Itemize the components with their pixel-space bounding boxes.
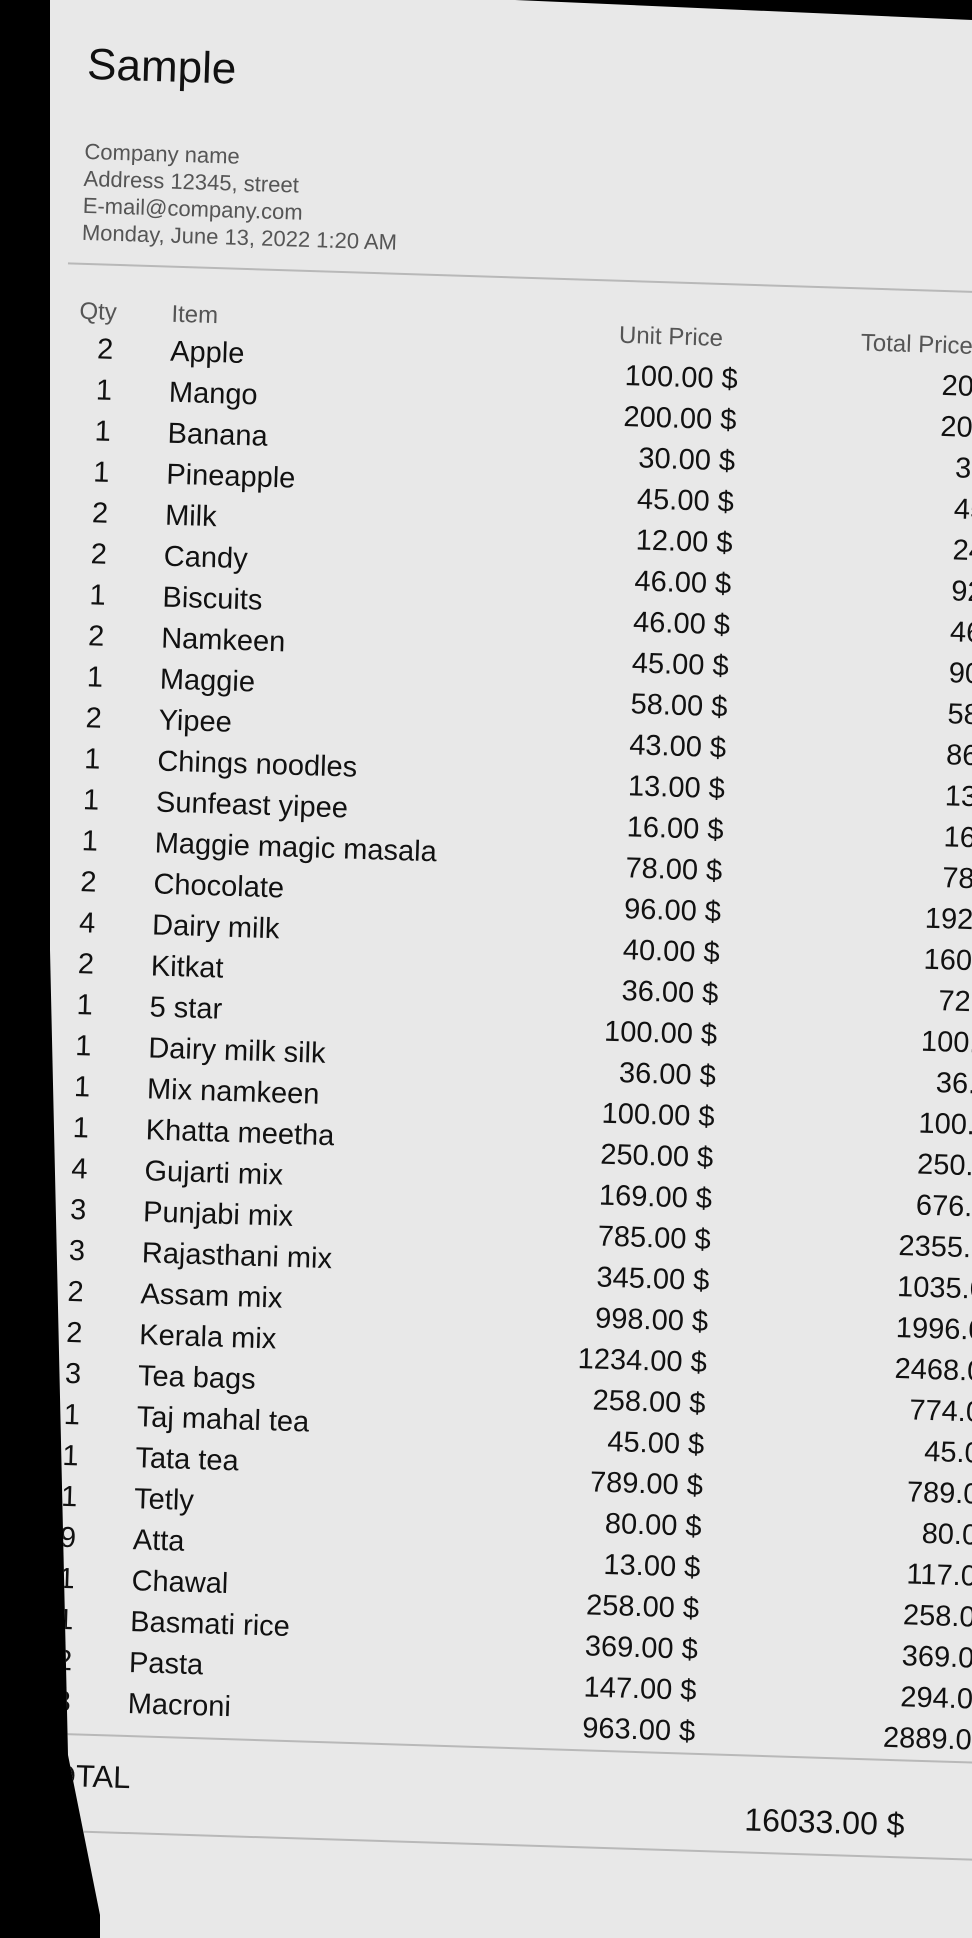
row-unit-price: 147.00 $ bbox=[583, 1671, 697, 1707]
row-total-price: 1035.00 $ bbox=[896, 1270, 972, 1307]
row-total-price: 72.00 $ bbox=[937, 985, 972, 1020]
row-total-price: 160.00 $ bbox=[923, 943, 972, 980]
row-unit-price: 100.00 $ bbox=[603, 1015, 718, 1052]
row-unit-price: 100.00 $ bbox=[624, 359, 739, 396]
row-unit-price: 789.00 $ bbox=[589, 1466, 704, 1502]
receipt-sheet: Sample Company name Address 12345, stree… bbox=[32, 0, 972, 1938]
row-unit-price: 963.00 $ bbox=[581, 1712, 696, 1748]
row-total-price: 45.00 $ bbox=[923, 1435, 972, 1471]
row-unit-price: 40.00 $ bbox=[622, 934, 721, 970]
row-total-price: 58.00 $ bbox=[946, 698, 972, 733]
row-total-price: 92.00 $ bbox=[950, 575, 972, 610]
row-total-price: 200.00 $ bbox=[939, 410, 972, 447]
row-unit-price: 13.00 $ bbox=[627, 770, 726, 806]
row-total-price: 676.00 $ bbox=[915, 1189, 972, 1226]
row-total-price: 46.00 $ bbox=[949, 616, 972, 651]
row-total-price: 30.00 $ bbox=[954, 452, 972, 487]
row-total-price: 117.00 $ bbox=[905, 1558, 972, 1594]
row-unit-price: 1234.00 $ bbox=[577, 1342, 708, 1380]
row-unit-price: 36.00 $ bbox=[618, 1057, 717, 1093]
row-total-price: 100.00 $ bbox=[917, 1107, 972, 1144]
row-total-price: 24.00 $ bbox=[952, 534, 972, 569]
row-unit-price: 13.00 $ bbox=[603, 1548, 701, 1584]
row-total-price: 45.00 $ bbox=[953, 493, 972, 528]
row-total-price: 1996.00 $ bbox=[895, 1311, 972, 1348]
row-total-price: 80.00 $ bbox=[921, 1517, 972, 1553]
grand-total: 16033.00 $ bbox=[743, 1801, 906, 1843]
row-unit-price: 785.00 $ bbox=[597, 1220, 712, 1257]
row-total-price: 2889.00 $ bbox=[882, 1721, 972, 1758]
row-total-price: 86.00 $ bbox=[945, 739, 972, 774]
row-total-price: 789.00 $ bbox=[906, 1476, 972, 1512]
row-unit-price: 30.00 $ bbox=[637, 442, 736, 478]
row-total-price: 13.00 $ bbox=[944, 780, 972, 815]
row-total-price: 774.00 $ bbox=[908, 1394, 972, 1430]
row-total-price: 78.00 $ bbox=[941, 862, 972, 897]
row-unit-price: 96.00 $ bbox=[623, 893, 722, 929]
row-total-price: 192.00 $ bbox=[924, 902, 972, 939]
row-unit-price: 345.00 $ bbox=[595, 1261, 710, 1298]
row-total-price: 36.00 $ bbox=[935, 1067, 972, 1102]
row-total-price: 294.00 $ bbox=[899, 1681, 972, 1717]
row-unit-price: 36.00 $ bbox=[621, 975, 719, 1011]
row-unit-price: 45.00 $ bbox=[636, 483, 735, 519]
row-total-price: 250.00 $ bbox=[916, 1148, 972, 1185]
row-unit-price: 16.00 $ bbox=[626, 811, 724, 847]
row-unit-price: 45.00 $ bbox=[606, 1425, 705, 1461]
row-unit-price: 250.00 $ bbox=[599, 1138, 714, 1175]
row-unit-price: 200.00 $ bbox=[623, 400, 737, 437]
row-unit-price: 46.00 $ bbox=[632, 606, 731, 642]
row-total-price: 2355.00 $ bbox=[897, 1229, 972, 1266]
row-unit-price: 46.00 $ bbox=[633, 565, 732, 601]
row-total-price: 100.00 $ bbox=[920, 1025, 972, 1062]
row-unit-price: 12.00 $ bbox=[635, 524, 734, 560]
row-total-price: 2468.00 $ bbox=[894, 1352, 972, 1389]
row-total-price: 90.00 $ bbox=[948, 657, 972, 692]
row-unit-price: 80.00 $ bbox=[604, 1507, 703, 1543]
row-total-price: 369.00 $ bbox=[901, 1640, 972, 1676]
row-unit-price: 998.00 $ bbox=[594, 1302, 709, 1339]
row-unit-price: 169.00 $ bbox=[598, 1179, 713, 1216]
row-unit-price: 258.00 $ bbox=[585, 1589, 700, 1625]
row-total-price: 258.00 $ bbox=[902, 1599, 972, 1635]
row-unit-price: 43.00 $ bbox=[628, 729, 727, 765]
row-unit-price: 369.00 $ bbox=[584, 1630, 699, 1666]
row-unit-price: 78.00 $ bbox=[624, 852, 723, 888]
total-label: TOTAL bbox=[32, 1757, 132, 1796]
receipt-paper: Sample Company name Address 12345, stree… bbox=[32, 0, 972, 1938]
row-unit-price: 45.00 $ bbox=[631, 647, 730, 683]
row-unit-price: 58.00 $ bbox=[630, 688, 728, 724]
row-total-price: 16.00 $ bbox=[943, 821, 972, 856]
row-unit-price: 258.00 $ bbox=[592, 1384, 706, 1420]
line-items: 2 Apple 1 Mango 1 Banana 1 Pineapple 2 Milk 2 Candy… bbox=[50, 0, 972, 1938]
row-total-price: 200.00 $ bbox=[941, 369, 972, 406]
row-unit-price: 100.00 $ bbox=[601, 1097, 715, 1134]
